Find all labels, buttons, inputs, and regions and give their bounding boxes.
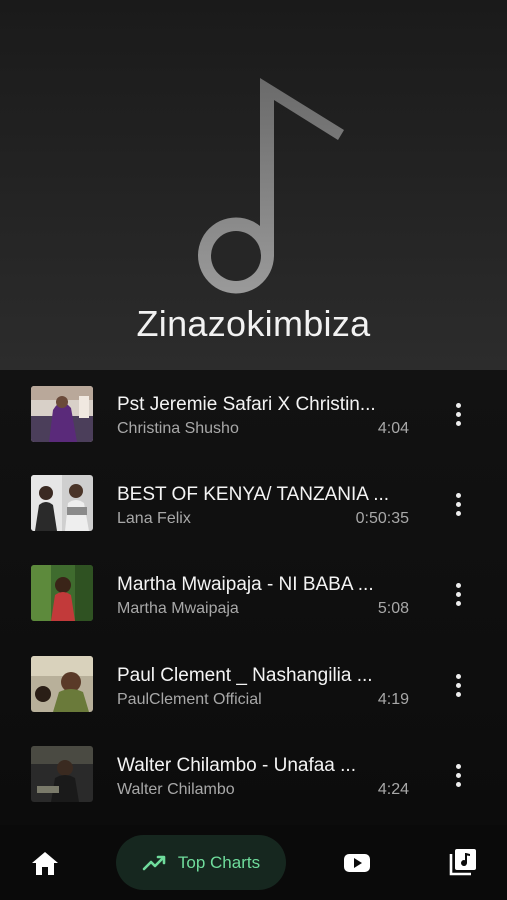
trending-up-icon xyxy=(142,855,166,870)
song-duration: 5:08 xyxy=(377,600,409,617)
song-artist: Christina Shusho xyxy=(117,420,239,437)
song-row[interactable]: BEST OF KENYA/ TANZANIA ... Lana Felix 0… xyxy=(0,461,507,552)
nav-library-button[interactable] xyxy=(448,847,478,877)
song-title: Martha Mwaipaja - NI BABA ... xyxy=(117,574,374,595)
more-options-icon[interactable] xyxy=(446,670,470,700)
song-row[interactable]: Pst Jeremie Safari X Christin... Christi… xyxy=(0,370,507,461)
nav-top-charts-button[interactable]: Top Charts xyxy=(116,835,286,890)
nav-youtube-button[interactable] xyxy=(342,849,372,877)
more-options-icon[interactable] xyxy=(446,579,470,609)
playlist-title: Zinazokimbiza xyxy=(136,303,371,344)
library-music-icon xyxy=(449,849,476,876)
song-artist: Walter Chilambo xyxy=(117,781,235,798)
bottom-navigation: Top Charts xyxy=(0,825,507,900)
song-artist: Lana Felix xyxy=(117,510,191,527)
song-thumbnail xyxy=(31,475,93,531)
song-artist: Martha Mwaipaja xyxy=(117,600,239,617)
song-duration: 0:50:35 xyxy=(355,510,409,527)
song-thumbnail xyxy=(31,386,93,442)
song-title: Pst Jeremie Safari X Christin... xyxy=(117,394,376,415)
youtube-icon xyxy=(344,854,370,872)
song-thumbnail xyxy=(31,656,93,712)
nav-home-button[interactable] xyxy=(30,849,60,877)
song-thumbnail xyxy=(31,746,93,802)
playlist-header: Zinazokimbiza xyxy=(0,0,507,370)
home-icon xyxy=(32,852,58,875)
more-options-icon[interactable] xyxy=(446,399,470,429)
song-duration: 4:04 xyxy=(377,420,409,437)
music-note-icon xyxy=(198,78,344,294)
song-duration: 4:24 xyxy=(377,781,409,798)
song-thumbnail xyxy=(31,565,93,621)
more-options-icon[interactable] xyxy=(446,489,470,519)
song-title: Paul Clement _ Nashangilia ... xyxy=(117,665,373,686)
more-options-icon[interactable] xyxy=(446,760,470,790)
nav-top-charts-label: Top Charts xyxy=(177,852,261,872)
song-row[interactable]: Walter Chilambo - Unafaa ... Walter Chil… xyxy=(0,734,507,825)
song-row[interactable]: Martha Mwaipaja - NI BABA ... Martha Mwa… xyxy=(0,552,507,643)
song-duration: 4:19 xyxy=(377,691,409,708)
song-list: Pst Jeremie Safari X Christin... Christi… xyxy=(0,370,507,825)
song-title: Walter Chilambo - Unafaa ... xyxy=(117,755,356,776)
song-title: BEST OF KENYA/ TANZANIA ... xyxy=(117,484,390,505)
song-artist: PaulClement Official xyxy=(117,691,262,708)
song-row[interactable]: Paul Clement _ Nashangilia ... PaulCleme… xyxy=(0,643,507,734)
